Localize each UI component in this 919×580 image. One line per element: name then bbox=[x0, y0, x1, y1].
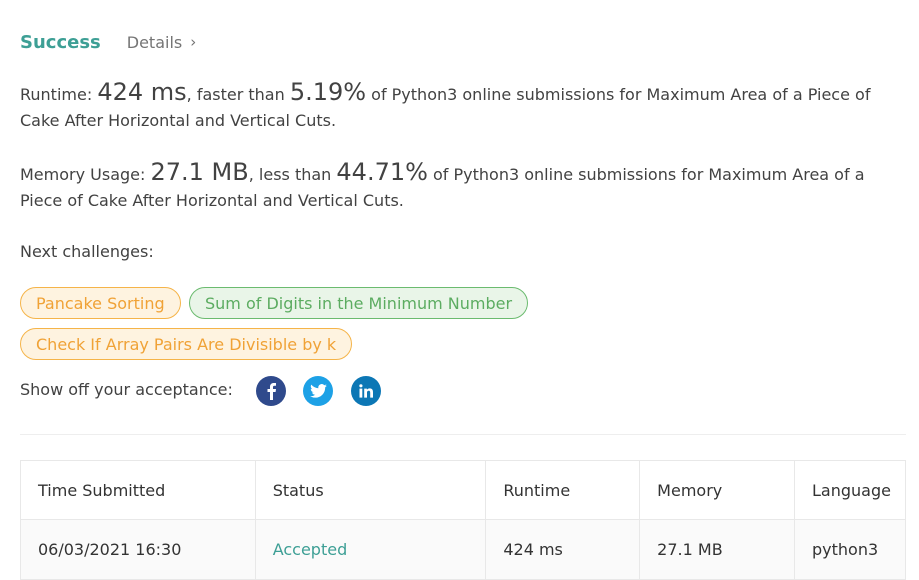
column-header-time-submitted[interactable]: Time Submitted bbox=[20, 460, 256, 520]
memory-summary: Memory Usage: 27.1 MB, less than 44.71% … bbox=[20, 159, 900, 214]
challenge-tag-array-pairs-divisible[interactable]: Check If Array Pairs Are Divisible by k bbox=[20, 328, 353, 360]
runtime-summary: Runtime: 424 ms, faster than 5.19% of Py… bbox=[20, 79, 900, 134]
share-label: Show off your acceptance: bbox=[20, 380, 233, 399]
details-link[interactable]: Details › bbox=[127, 33, 196, 52]
runtime-label: Runtime: bbox=[20, 85, 98, 104]
status-accepted-link[interactable]: Accepted bbox=[273, 540, 348, 559]
runtime-compare: , faster than bbox=[186, 85, 290, 104]
memory-percent: 44.71% bbox=[336, 158, 428, 186]
chevron-right-icon: › bbox=[190, 33, 197, 51]
table-header-row: Time Submitted Status Runtime Memory Lan… bbox=[20, 460, 907, 520]
cell-runtime: 424 ms bbox=[485, 519, 641, 580]
column-header-status[interactable]: Status bbox=[254, 460, 487, 520]
details-label: Details bbox=[126, 32, 183, 52]
facebook-icon[interactable] bbox=[256, 376, 286, 406]
cell-status: Accepted bbox=[254, 519, 487, 580]
twitter-icon[interactable] bbox=[303, 376, 333, 406]
memory-compare: , less than bbox=[248, 165, 337, 184]
memory-value: 27.1 MB bbox=[150, 158, 249, 186]
status-title: Success bbox=[20, 31, 101, 53]
cell-memory: 27.1 MB bbox=[639, 519, 795, 580]
submissions-table: Time Submitted Status Runtime Memory Lan… bbox=[20, 460, 907, 580]
next-challenges-label: Next challenges: bbox=[20, 242, 154, 261]
cell-language: python3 bbox=[793, 519, 907, 580]
cell-time-submitted: 06/03/2021 16:30 bbox=[20, 519, 256, 580]
challenge-tag-sum-of-digits[interactable]: Sum of Digits in the Minimum Number bbox=[189, 287, 529, 319]
column-header-runtime[interactable]: Runtime bbox=[485, 460, 641, 520]
column-header-memory[interactable]: Memory bbox=[639, 460, 795, 520]
column-header-language[interactable]: Language bbox=[793, 460, 907, 520]
linkedin-icon[interactable] bbox=[351, 376, 381, 406]
runtime-value: 424 ms bbox=[97, 78, 187, 106]
runtime-percent: 5.19% bbox=[289, 78, 367, 106]
challenge-tag-pancake-sorting[interactable]: Pancake Sorting bbox=[20, 287, 181, 319]
result-header: Success Details › bbox=[20, 29, 196, 55]
memory-label: Memory Usage: bbox=[20, 165, 151, 184]
section-divider bbox=[20, 434, 906, 435]
table-row: 06/03/2021 16:30 Accepted 424 ms 27.1 MB… bbox=[20, 519, 907, 580]
